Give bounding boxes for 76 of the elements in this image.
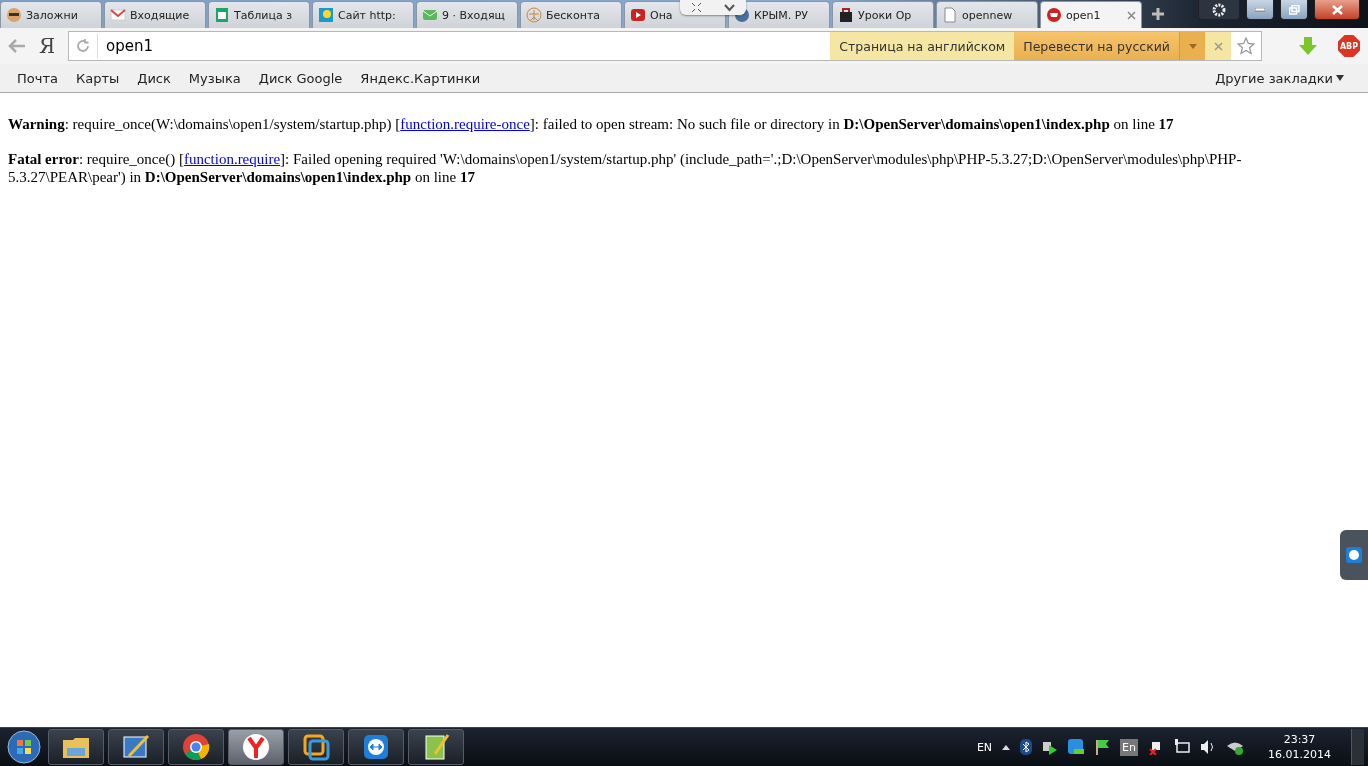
language-indicator[interactable]: EN: [976, 740, 993, 754]
envelope-icon: [422, 7, 438, 23]
side-panel-tab[interactable]: [1340, 530, 1368, 580]
volume-icon[interactable]: [1200, 739, 1216, 755]
bookmark-link[interactable]: Яндекс.Картинки: [351, 70, 490, 86]
browser-tab[interactable]: Сайт http:: [312, 1, 414, 28]
start-button[interactable]: [4, 729, 44, 765]
manual-link[interactable]: function.require-once: [400, 116, 530, 132]
cart-icon: [1046, 7, 1062, 23]
keyboard-layout[interactable]: En: [1120, 738, 1138, 756]
address-bar[interactable]: open1 Страница на английском Перевести на русский: [68, 31, 1262, 61]
bag-icon: [838, 7, 854, 23]
browser-tab[interactable]: Бесконта: [520, 1, 622, 28]
clock-date: 16.01.2014: [1268, 747, 1331, 762]
star-icon[interactable]: [1237, 37, 1255, 55]
taskbar-app[interactable]: [408, 729, 464, 765]
spreadsheet-icon: [214, 7, 230, 23]
taskbar-app[interactable]: [108, 729, 164, 765]
browser-tab[interactable]: Таблица з: [208, 1, 310, 28]
error-message: Fatal error: require_once() [function.require]: Failed opening required 'W:\domains\open1/system/startup.php' (include_path='.;D:\OpenServer\modules\php\PHP-5.3.27;D:\OpenServer\modules\php\PHP-5.3.27\PEAR\pear') in D:\OpenServer\domains\open1\index.php on line 17: [8, 150, 1243, 186]
caret-icon: [1188, 43, 1197, 49]
restore-icon: [1288, 4, 1300, 15]
yandex-button[interactable]: Я: [32, 34, 62, 58]
taskbar-app[interactable]: [48, 729, 104, 765]
translate-button[interactable]: Перевести на русский: [1014, 32, 1179, 60]
taskbar-app[interactable]: [288, 729, 344, 765]
page-icon: [942, 7, 958, 23]
bookmark-link[interactable]: Почта: [8, 70, 67, 86]
yandex-icon: [241, 732, 271, 762]
taskbar-app[interactable]: [348, 729, 404, 765]
error-message: Warning: require_once(W:\domains\open1/system/startup.php) [function.require-once]: failed to open stream: No such file or directory in D:\OpenServer\domains\open1\index.php on line 17: [8, 115, 1175, 133]
flag-icon[interactable]: [1094, 739, 1111, 755]
browser-tab[interactable]: open1: [1040, 1, 1142, 28]
browser-tab[interactable]: 9 · Входящ: [416, 1, 518, 28]
taskbar-app[interactable]: [168, 729, 224, 765]
close-icon[interactable]: [1127, 10, 1136, 20]
caret-icon: [1336, 75, 1344, 81]
clock-time: 23:37: [1283, 732, 1316, 747]
close-icon: [1331, 4, 1343, 15]
browser-tab[interactable]: Уроки Ор: [832, 1, 934, 28]
close-icon: [1213, 41, 1223, 51]
bookmark-link[interactable]: Карты: [66, 70, 129, 86]
settings-icon: [1212, 2, 1226, 17]
teamviewer-icon[interactable]: [1068, 739, 1085, 755]
chrome-icon: [181, 732, 211, 762]
mail-icon: [110, 7, 126, 23]
chevron-icon[interactable]: [724, 3, 735, 12]
browser-tab[interactable]: opennew: [936, 1, 1038, 28]
restore-button[interactable]: [1280, 0, 1308, 20]
play-icon: [630, 7, 646, 23]
network-icon[interactable]: [1174, 739, 1190, 755]
bookmark-link[interactable]: Музыка: [179, 70, 250, 86]
close-button[interactable]: [1314, 0, 1360, 20]
window-icon: [301, 732, 331, 762]
figure-icon: [526, 7, 542, 23]
browser-tab[interactable]: КРЫМ. РУ: [728, 1, 830, 28]
new-tab-icon[interactable]: [1150, 6, 1166, 22]
clock[interactable]: 23:37 16.01.2014: [1268, 732, 1331, 762]
teamviewer-icon: [1346, 547, 1362, 563]
minimize-icon: [1255, 7, 1265, 12]
bookmark-link[interactable]: Диск Google: [249, 70, 352, 86]
bookmark-link[interactable]: Диск: [128, 70, 180, 86]
minimize-button[interactable]: [1246, 0, 1274, 20]
media-icon[interactable]: [1042, 739, 1059, 755]
manual-link[interactable]: function.require: [183, 151, 281, 167]
browser-tab[interactable]: Входящие: [104, 1, 206, 28]
browser-tab[interactable]: Заложни: [0, 1, 102, 28]
adblock-button[interactable]: ABP: [1338, 35, 1360, 57]
expand-icon[interactable]: [691, 2, 702, 13]
taskbar-app[interactable]: [228, 729, 284, 765]
bluetooth-icon[interactable]: [1020, 739, 1033, 755]
tray-arrow-icon[interactable]: [1002, 744, 1011, 750]
other-bookmarks-button[interactable]: Другие закладки: [1215, 70, 1360, 86]
settings-button[interactable]: [1198, 0, 1240, 20]
teamviewer-icon: [361, 732, 391, 762]
translate-message: Страница на английском: [830, 32, 1015, 60]
